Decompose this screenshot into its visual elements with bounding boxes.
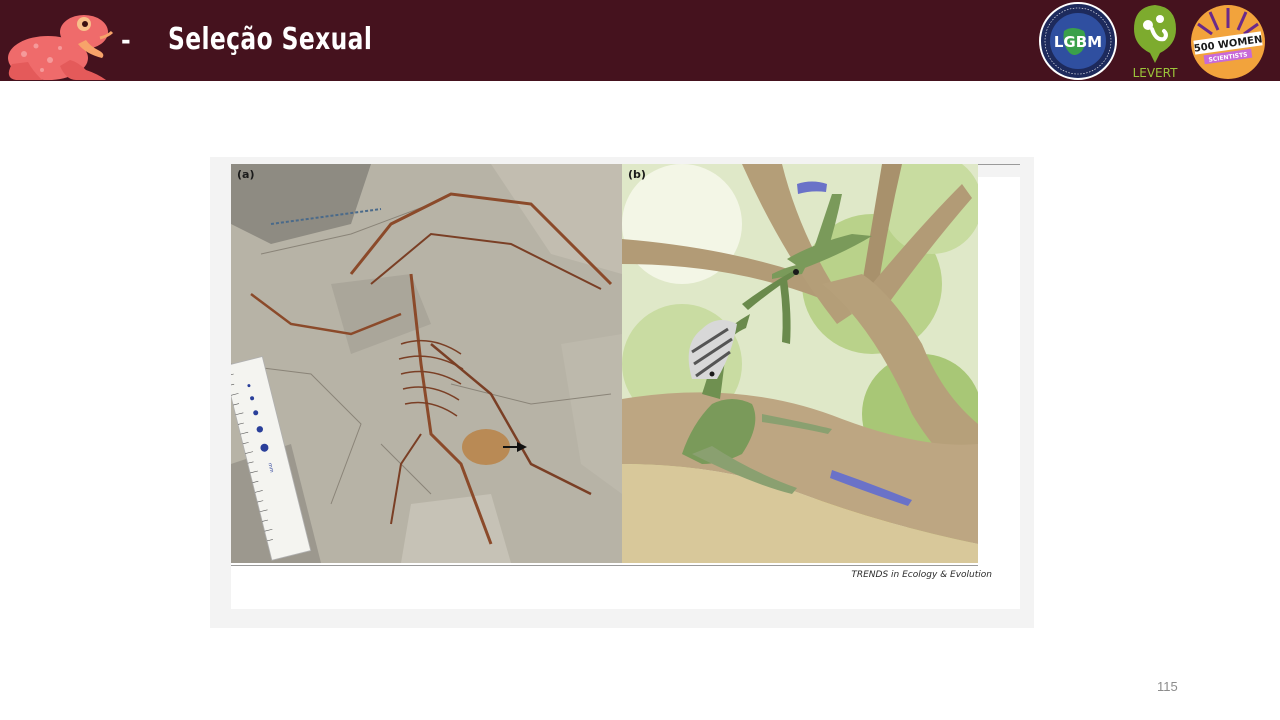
title-dash: -	[121, 26, 131, 56]
slide-title: Seleção Sexual	[168, 22, 373, 57]
lgbm-logo-text: LGBM	[1054, 33, 1102, 51]
pterosaur-illustration: (b)	[622, 164, 978, 563]
figure-bottom-rule	[231, 565, 978, 566]
figure-frame: mm (a) (b) TRENDS in Ecology & Evolution	[210, 157, 1034, 628]
panel-b-label: (b)	[628, 168, 646, 181]
lgbm-logo: LGBM	[1039, 2, 1117, 80]
page-number: 115	[1157, 679, 1178, 694]
500-women-scientists-logo: 500 WOMEN SCIENTISTS	[1191, 5, 1265, 79]
panel-a-label: (a)	[237, 168, 254, 181]
figure-credit: TRENDS in Ecology & Evolution	[851, 570, 992, 580]
frog-icon	[8, 15, 114, 80]
slide-header: - Seleção Sexual LGBM LEVERT 500 WOMEN S…	[0, 0, 1280, 81]
fossil-photo: mm (a)	[231, 164, 622, 563]
levert-logo: LEVERT	[1133, 5, 1179, 80]
levert-logo-text: LEVERT	[1133, 66, 1179, 80]
